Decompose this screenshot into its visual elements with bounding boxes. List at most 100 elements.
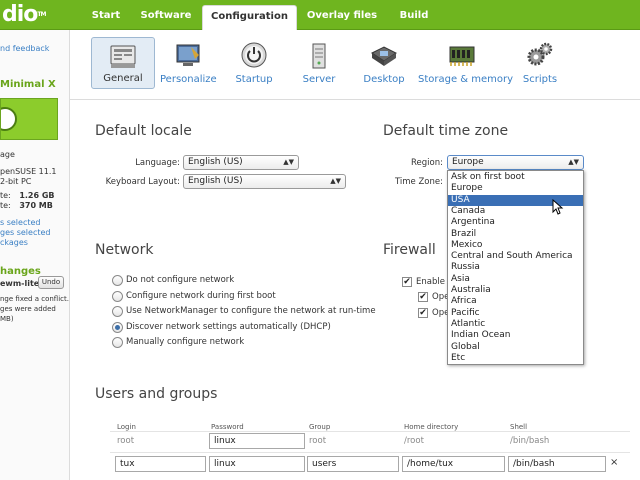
region-option[interactable]: Global <box>448 342 583 353</box>
table-divider <box>110 452 630 453</box>
general-icon <box>110 45 136 68</box>
region-select[interactable]: Europe ▲▼ <box>447 155 584 170</box>
region-option[interactable]: Mexico <box>448 240 583 251</box>
open-port-2-checkbox[interactable]: ✔ <box>418 308 428 318</box>
select-arrows-icon: ▲▼ <box>568 158 579 166</box>
gears-icon <box>527 42 553 66</box>
change-note-3: MB) <box>0 315 14 323</box>
column-header-password: Password <box>211 423 244 431</box>
desktop-icon <box>371 46 397 66</box>
region-option[interactable]: Pacific <box>448 308 583 319</box>
section-server[interactable]: Server <box>292 37 346 89</box>
firewall-heading: Firewall <box>383 242 436 258</box>
root-group: root <box>309 436 327 446</box>
undo-button[interactable]: Undo <box>38 276 64 289</box>
base-system: penSUSE 11.1 <box>0 167 57 176</box>
timezone-label: Time Zone: <box>394 177 443 187</box>
storage-icon <box>449 46 475 66</box>
region-option[interactable]: Russia <box>448 262 583 273</box>
tux-login-input[interactable]: tux <box>115 456 206 472</box>
appliance-thumbnail <box>0 98 58 140</box>
tab-build[interactable]: Build <box>388 5 440 30</box>
open-port-1-checkbox[interactable]: ✔ <box>418 292 428 302</box>
tab-start[interactable]: Start <box>78 5 134 30</box>
locale-heading: Default locale <box>95 123 192 139</box>
power-icon <box>241 42 267 68</box>
section-startup-label: Startup <box>235 74 273 85</box>
language-select[interactable]: English (US) ▲▼ <box>183 155 299 170</box>
personalize-icon <box>176 44 200 66</box>
select-arrows-icon: ▲▼ <box>330 177 341 185</box>
column-header-login: Login <box>117 423 136 431</box>
tab-software[interactable]: Software <box>134 5 198 30</box>
remove-user-icon[interactable]: × <box>610 457 618 468</box>
section-general-label: General <box>103 73 143 84</box>
region-option[interactable]: Ask on first boot <box>448 172 583 183</box>
region-option[interactable]: Asia <box>448 274 583 285</box>
root-shell: /bin/bash <box>510 436 550 446</box>
section-desktop[interactable]: Desktop <box>357 37 411 89</box>
packages-link[interactable]: ckages <box>0 238 28 247</box>
network-heading: Network <box>95 242 154 258</box>
mouse-cursor-icon <box>552 199 564 215</box>
keyboard-layout-select[interactable]: English (US) ▲▼ <box>183 174 346 189</box>
tux-group-input[interactable]: users <box>307 456 399 472</box>
timezone-heading: Default time zone <box>383 123 509 139</box>
radio-button[interactable] <box>112 337 123 348</box>
region-option[interactable]: Europe <box>448 183 583 194</box>
section-desktop-label: Desktop <box>363 74 405 85</box>
root-home: /root <box>404 436 424 446</box>
suse-studio-logo: dioTM <box>2 2 46 27</box>
region-option[interactable]: Argentina <box>448 217 583 228</box>
logo-disc-icon <box>1 107 17 131</box>
section-general[interactable]: General <box>91 37 155 89</box>
radio-button[interactable] <box>112 275 123 286</box>
keyboard-layout-label: Keyboard Layout: <box>105 177 180 187</box>
feedback-link[interactable]: nd feedback <box>0 44 49 53</box>
region-label: Region: <box>411 158 443 168</box>
root-password-input[interactable]: linux <box>209 433 305 449</box>
section-startup[interactable]: Startup <box>225 37 283 89</box>
column-header-shell: Shell <box>510 423 528 431</box>
image-label: age <box>0 150 15 159</box>
radio-button-selected[interactable] <box>112 322 123 333</box>
left-sidebar: nd feedback Minimal X age penSUSE 11.1 2… <box>0 30 70 480</box>
language-label: Language: <box>135 158 180 168</box>
section-personalize[interactable]: Personalize <box>160 37 217 89</box>
column-header-home: Home directory <box>404 423 459 431</box>
region-option[interactable]: Atlantic <box>448 319 583 330</box>
section-toolbar: General Personalize Startup Server Deskt… <box>70 30 640 100</box>
appliance-name: Minimal X <box>0 79 56 90</box>
server-icon <box>312 43 326 69</box>
section-storage-memory[interactable]: Storage & memory <box>418 37 514 89</box>
change-note-2: ges were added <box>0 305 56 313</box>
tab-configuration[interactable]: Configuration <box>202 5 297 31</box>
radio-button[interactable] <box>112 291 123 302</box>
enable-firewall-label: Enable f <box>416 277 451 287</box>
selected-link[interactable]: s selected <box>0 218 40 227</box>
packages-selected-link[interactable]: ges selected <box>0 228 50 237</box>
compressed-size-row: te: 370 MB <box>0 201 53 210</box>
tux-home-input[interactable]: /home/tux <box>402 456 505 472</box>
region-option[interactable]: Etc <box>448 353 583 364</box>
radio-button[interactable] <box>112 306 123 317</box>
section-storage-label: Storage & memory <box>418 74 514 85</box>
region-option[interactable]: Indian Ocean <box>448 330 583 341</box>
tux-shell-input[interactable]: /bin/bash <box>508 456 606 472</box>
tux-password-input[interactable]: linux <box>209 456 305 472</box>
region-option[interactable]: Brazil <box>448 229 583 240</box>
select-arrows-icon: ▲▼ <box>283 158 294 166</box>
tab-overlay-files[interactable]: Overlay files <box>300 5 384 30</box>
region-option[interactable]: Africa <box>448 296 583 307</box>
architecture: 2-bit PC <box>0 177 32 186</box>
enable-firewall-checkbox[interactable]: ✔ <box>402 277 412 287</box>
root-login: root <box>117 436 135 446</box>
users-heading: Users and groups <box>95 386 218 402</box>
change-note-1: nge fixed a conflict. <box>0 295 69 303</box>
region-option[interactable]: Australia <box>448 285 583 296</box>
section-scripts-label: Scripts <box>522 74 558 85</box>
region-option[interactable]: Central and South America <box>448 251 583 262</box>
section-scripts[interactable]: Scripts <box>515 37 565 89</box>
top-navigation-bar: dioTM Start Software Configuration Overl… <box>0 0 640 31</box>
section-server-label: Server <box>302 74 336 85</box>
